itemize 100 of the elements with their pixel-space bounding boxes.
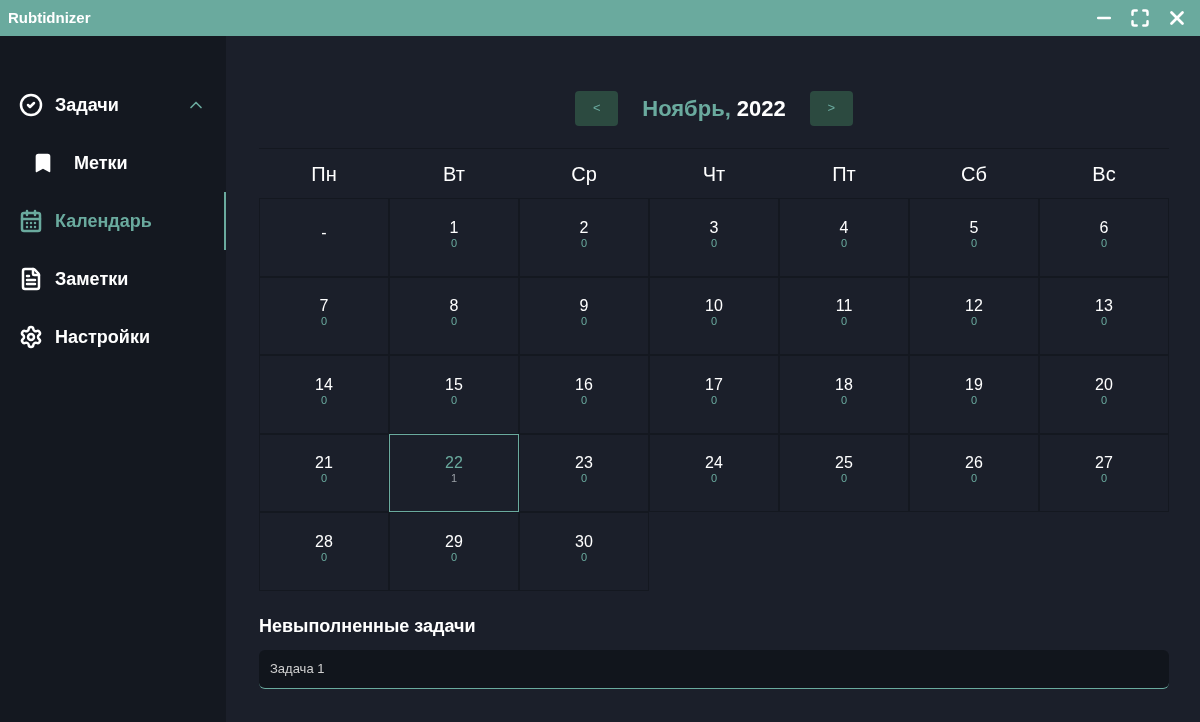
day-cell[interactable]: 27 0	[1039, 433, 1169, 512]
day-cell[interactable]: 23 0	[519, 433, 649, 512]
day-number: -	[321, 223, 327, 244]
task-count: 0	[320, 316, 328, 328]
day-cell[interactable]: 21 0	[259, 433, 389, 512]
month-label: Ноябрь,	[642, 94, 731, 123]
day-cell[interactable]: 10 0	[649, 276, 779, 355]
day-number: 11	[835, 296, 853, 317]
day-cell[interactable]: 28 0	[259, 512, 389, 591]
task-count: 0	[1100, 473, 1108, 485]
day-cell[interactable]: 30 0	[519, 512, 649, 591]
day-number: 13	[1095, 296, 1113, 317]
weekday-label: Чт	[702, 161, 726, 187]
day-cell[interactable]: 20 0	[1039, 355, 1169, 434]
sidebar-item[interactable]: Метки	[0, 134, 226, 192]
sidebar-item[interactable]: Настройки	[0, 308, 226, 366]
task-count: 0	[580, 394, 588, 406]
sidebar-label: Метки	[74, 151, 128, 175]
day-cell[interactable]: 14 0	[259, 355, 389, 434]
previous-month-button[interactable]: <	[575, 90, 619, 126]
day-cell[interactable]: 4 0	[779, 198, 909, 277]
task-count: 0	[1100, 237, 1108, 249]
day-number: 8	[449, 296, 459, 317]
task-count: 0	[840, 394, 848, 406]
sidebar-label: Календарь	[55, 209, 152, 233]
task-count: 0	[970, 473, 978, 485]
day-cell[interactable]: 16 0	[519, 355, 649, 434]
day-cell[interactable]: 3 0	[649, 198, 779, 277]
task-item[interactable]: Задача 1	[259, 649, 1169, 689]
task-count: 0	[450, 394, 458, 406]
day-number: 18	[835, 374, 853, 395]
day-number: 12	[965, 296, 983, 317]
day-cell[interactable]: 13 0	[1039, 276, 1169, 355]
selection-indicator	[224, 192, 226, 250]
check-circle-icon	[19, 93, 43, 117]
day-number: 21	[315, 453, 333, 474]
day-number: 6	[1099, 217, 1109, 238]
day-cell[interactable]: 22 1	[389, 433, 519, 512]
task-count: 0	[580, 316, 588, 328]
day-cell[interactable]: 2 0	[519, 198, 649, 277]
task-count: 0	[710, 237, 718, 249]
day-number: 1	[449, 217, 459, 238]
day-cell[interactable]: 9 0	[519, 276, 649, 355]
day-number: 5	[969, 217, 979, 238]
day-number: 3	[709, 217, 719, 238]
day-cell[interactable]: -	[259, 198, 389, 277]
task-count: 0	[580, 473, 588, 485]
day-number: 24	[705, 453, 723, 474]
day-number: 14	[315, 374, 333, 395]
day-cell[interactable]: 25 0	[779, 433, 909, 512]
sidebar-item[interactable]: Заметки	[0, 250, 226, 308]
day-number: 20	[1095, 374, 1113, 395]
sidebar-item[interactable]: Задачи	[0, 76, 226, 134]
task-count: 0	[450, 551, 458, 563]
task-count: 0	[710, 473, 718, 485]
day-number: 22	[445, 453, 463, 474]
day-cell[interactable]: 26 0	[909, 433, 1039, 512]
day-cell[interactable]: 12 0	[909, 276, 1039, 355]
day-number: 30	[575, 531, 593, 552]
day-number: 15	[445, 374, 463, 395]
sidebar-item[interactable]: Календарь	[0, 192, 226, 250]
day-cell[interactable]: 18 0	[779, 355, 909, 434]
year-label: 2022	[736, 94, 786, 123]
calendar-icon	[19, 209, 43, 233]
task-count: 0	[970, 394, 978, 406]
day-cell[interactable]: 19 0	[909, 355, 1039, 434]
task-count: 0	[450, 316, 458, 328]
next-month-button[interactable]: >	[809, 90, 853, 126]
weekday-label: Вс	[1092, 161, 1116, 187]
weekday-label: Пт	[832, 161, 856, 187]
task-count: 0	[320, 551, 328, 563]
task-count: 0	[580, 551, 588, 563]
day-cell[interactable]: 5 0	[909, 198, 1039, 277]
task-count: 0	[1100, 394, 1108, 406]
task-count: 0	[970, 316, 978, 328]
day-cell[interactable]: 1 0	[389, 198, 519, 277]
day-number: 28	[315, 531, 333, 552]
day-cell[interactable]: 6 0	[1039, 198, 1169, 277]
day-cell[interactable]: 29 0	[389, 512, 519, 591]
day-cell[interactable]: 24 0	[649, 433, 779, 512]
document-icon	[19, 267, 43, 291]
day-number: 25	[835, 453, 853, 474]
task-count: 0	[840, 316, 848, 328]
task-count: 0	[710, 316, 718, 328]
task-count: 0	[970, 237, 978, 249]
day-cell[interactable]: 11 0	[779, 276, 909, 355]
task-count: 0	[710, 394, 718, 406]
task-count: 1	[450, 473, 458, 485]
weekday-label: Вт	[443, 161, 465, 187]
task-count: 0	[580, 237, 588, 249]
task-count: 0	[1100, 316, 1108, 328]
task-count: 0	[840, 473, 848, 485]
task-count: 0	[450, 237, 458, 249]
day-cell[interactable]: 7 0	[259, 276, 389, 355]
day-cell[interactable]: 17 0	[649, 355, 779, 434]
section-title: Невыполненные задачи	[259, 614, 477, 638]
day-cell[interactable]: 15 0	[389, 355, 519, 434]
day-cell[interactable]: 8 0	[389, 276, 519, 355]
settings-icon	[19, 325, 43, 349]
maximize-icon[interactable]	[1130, 8, 1150, 28]
